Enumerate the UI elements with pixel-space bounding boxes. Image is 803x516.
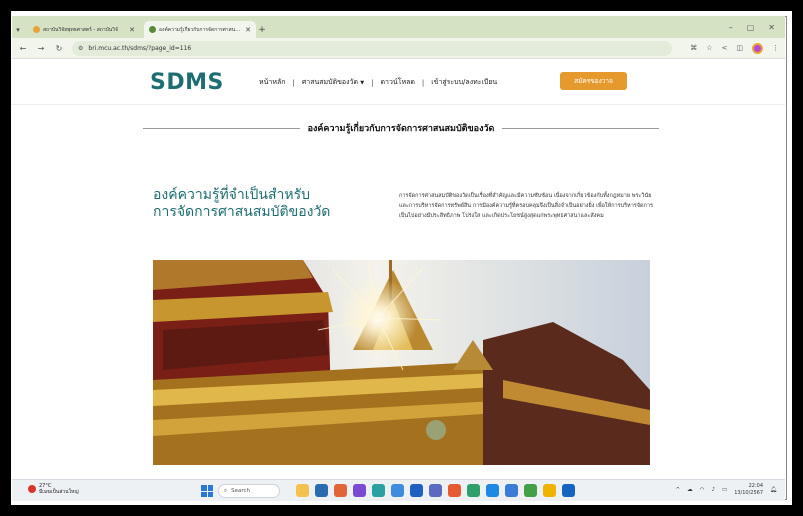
weather-icon <box>28 485 36 493</box>
tab-close-icon[interactable]: ✕ <box>245 26 251 34</box>
tab-title: สถาบันวิจัยพุทธศาสตร์ - สถาบันวิจั <box>43 26 118 33</box>
heading-line-1: องค์ความรู้ที่จำเป็นสำหรับ <box>153 187 311 203</box>
chevron-down-icon: ▼ <box>360 80 365 86</box>
nav-download[interactable]: ดาวน์โหลด <box>381 77 415 88</box>
site-info-icon[interactable]: ⚙ <box>78 45 83 52</box>
taskbar-app-icon[interactable] <box>334 484 347 497</box>
bookmark-star-icon[interactable]: ☆ <box>706 44 712 52</box>
nav-separator: | <box>421 78 425 87</box>
new-tab-button[interactable]: + <box>256 21 268 38</box>
weather-widget[interactable]: 27°C มีเมฆเป็นส่วนใหญ่ <box>28 483 79 495</box>
search-icon: ⌕ <box>224 487 228 494</box>
share-icon[interactable]: < <box>722 44 728 52</box>
volume-icon[interactable]: ♪ <box>711 487 715 493</box>
taskbar-app-icon[interactable] <box>562 484 575 497</box>
section-title-text: องค์ความรู้เกี่ยวกับการจัดการศาสนสมบัติข… <box>307 124 495 134</box>
nav-home[interactable]: หน้าหลัก <box>259 77 285 88</box>
taskbar-app-icon[interactable] <box>486 484 499 497</box>
taskbar-search[interactable]: ⌕ Search <box>218 484 280 498</box>
tab-favicon-icon <box>149 26 156 33</box>
maximize-button[interactable]: ▢ <box>747 23 755 32</box>
taskbar-app-icon[interactable] <box>448 484 461 497</box>
translate-icon[interactable]: ⌘ <box>690 44 697 52</box>
taskbar-app-icon[interactable] <box>429 484 442 497</box>
taskbar-apps <box>296 484 575 497</box>
browser-toolbar: ⌘ ☆ < ◫ ⋮ <box>690 42 779 54</box>
taskbar-app-icon[interactable] <box>524 484 537 497</box>
chevron-up-icon[interactable]: ^ <box>676 487 681 493</box>
url-field[interactable]: ⚙ bri.mcu.ac.th/sdms/?page_id=116 <box>72 40 672 56</box>
tab-close-icon[interactable]: ✕ <box>129 26 135 34</box>
windows-taskbar: 27°C มีเมฆเป็นส่วนใหญ่ ⌕ Search ^ ☁ ◠ ♪ … <box>12 479 785 501</box>
taskbar-app-icon[interactable] <box>391 484 404 497</box>
taskbar-app-icon[interactable] <box>410 484 423 497</box>
system-tray: ^ ☁ ◠ ♪ ▭ 22:04 13/10/2567 🔔︎ <box>676 483 777 497</box>
browser-tab-sdms[interactable]: องค์ความรู้เกี่ยวกับการจัดการศาสนสมบั ✕ <box>144 21 256 38</box>
browser-tab-strip: ▾ สถาบันวิจัยพุทธศาสตร์ - สถาบันวิจั ✕ อ… <box>12 16 785 38</box>
taskbar-app-icon[interactable] <box>505 484 518 497</box>
onedrive-icon[interactable]: ☁ <box>687 487 693 493</box>
taskbar-app-icon[interactable] <box>372 484 385 497</box>
web-page: SDMS หน้าหลัก | ศาสนสมบัติของวัด ▼ | ดาว… <box>12 59 785 479</box>
back-arrow-icon[interactable]: ← <box>18 44 28 53</box>
taskbar-app-icon[interactable] <box>296 484 309 497</box>
signup-button[interactable]: สมัครของวาจ <box>560 72 627 90</box>
nav-separator: | <box>371 78 374 87</box>
section-title: องค์ความรู้เกี่ยวกับการจัดการศาสนสมบัติข… <box>143 121 659 135</box>
taskbar-app-icon[interactable] <box>543 484 556 497</box>
close-window-button[interactable]: ✕ <box>768 23 775 32</box>
taskbar-app-icon[interactable] <box>353 484 366 497</box>
window-controls: – ▢ ✕ <box>729 16 785 38</box>
site-header: SDMS หน้าหลัก | ศาสนสมบัติของวัด ▼ | ดาว… <box>12 59 785 105</box>
site-logo[interactable]: SDMS <box>150 70 224 95</box>
forward-arrow-icon[interactable]: → <box>36 44 46 53</box>
taskbar-app-icon[interactable] <box>467 484 480 497</box>
taskbar-app-icon[interactable] <box>315 484 328 497</box>
tab-search-icon[interactable]: ▾ <box>12 21 24 38</box>
heading-line-2: การจัดการศาสนสมบัติของวัด <box>153 204 331 220</box>
reload-icon[interactable]: ↻ <box>54 44 64 53</box>
clock-date: 13/10/2567 <box>734 490 764 496</box>
search-label: Search <box>231 488 250 494</box>
wifi-icon[interactable]: ◠ <box>700 487 705 493</box>
profile-avatar[interactable] <box>752 42 763 54</box>
minimize-button[interactable]: – <box>729 23 733 32</box>
address-bar: ← → ↻ ⚙ bri.mcu.ac.th/sdms/?page_id=116 … <box>12 38 785 59</box>
notification-bell-icon[interactable]: 🔔︎ <box>770 487 777 493</box>
nav-assets-label: ศาสนสมบัติของวัด <box>301 78 359 86</box>
nav-separator: | <box>292 78 295 87</box>
extensions-icon[interactable]: ◫ <box>736 44 743 52</box>
title-rule-left <box>143 127 300 129</box>
main-nav: หน้าหลัก | ศาสนสมบัติของวัด ▼ | ดาวน์โหล… <box>259 77 497 88</box>
tab-title: องค์ความรู้เกี่ยวกับการจัดการศาสนสมบั <box>159 26 243 33</box>
page-heading: องค์ความรู้ที่จำเป็นสำหรับ การจัดการศาสน… <box>153 187 383 221</box>
weather-desc: มีเมฆเป็นส่วนใหญ่ <box>39 489 79 495</box>
weather-text: 27°C มีเมฆเป็นส่วนใหญ่ <box>39 483 79 495</box>
tab-favicon-icon <box>33 26 40 33</box>
clock-time: 22:04 <box>748 483 764 489</box>
url-text: bri.mcu.ac.th/sdms/?page_id=116 <box>88 44 192 52</box>
temple-photo <box>153 260 650 465</box>
temple-photo-illustration <box>153 260 650 465</box>
description-text: การจัดการศาสนสมบัติของวัดเป็นเรื่องที่สำ… <box>399 193 653 219</box>
clock[interactable]: 22:04 13/10/2567 <box>734 483 763 497</box>
browser-menu-icon[interactable]: ⋮ <box>772 44 779 52</box>
battery-icon[interactable]: ▭ <box>722 487 727 493</box>
nav-assets[interactable]: ศาสนสมบัติของวัด ▼ <box>302 77 364 88</box>
browser-tab-bri[interactable]: สถาบันวิจัยพุทธศาสตร์ - สถาบันวิจั ✕ <box>28 21 140 38</box>
nav-login[interactable]: เข้าสู่ระบบ/ลงทะเบียน <box>431 77 497 88</box>
title-rule-right <box>502 127 659 129</box>
windows-start-icon[interactable] <box>201 485 213 497</box>
